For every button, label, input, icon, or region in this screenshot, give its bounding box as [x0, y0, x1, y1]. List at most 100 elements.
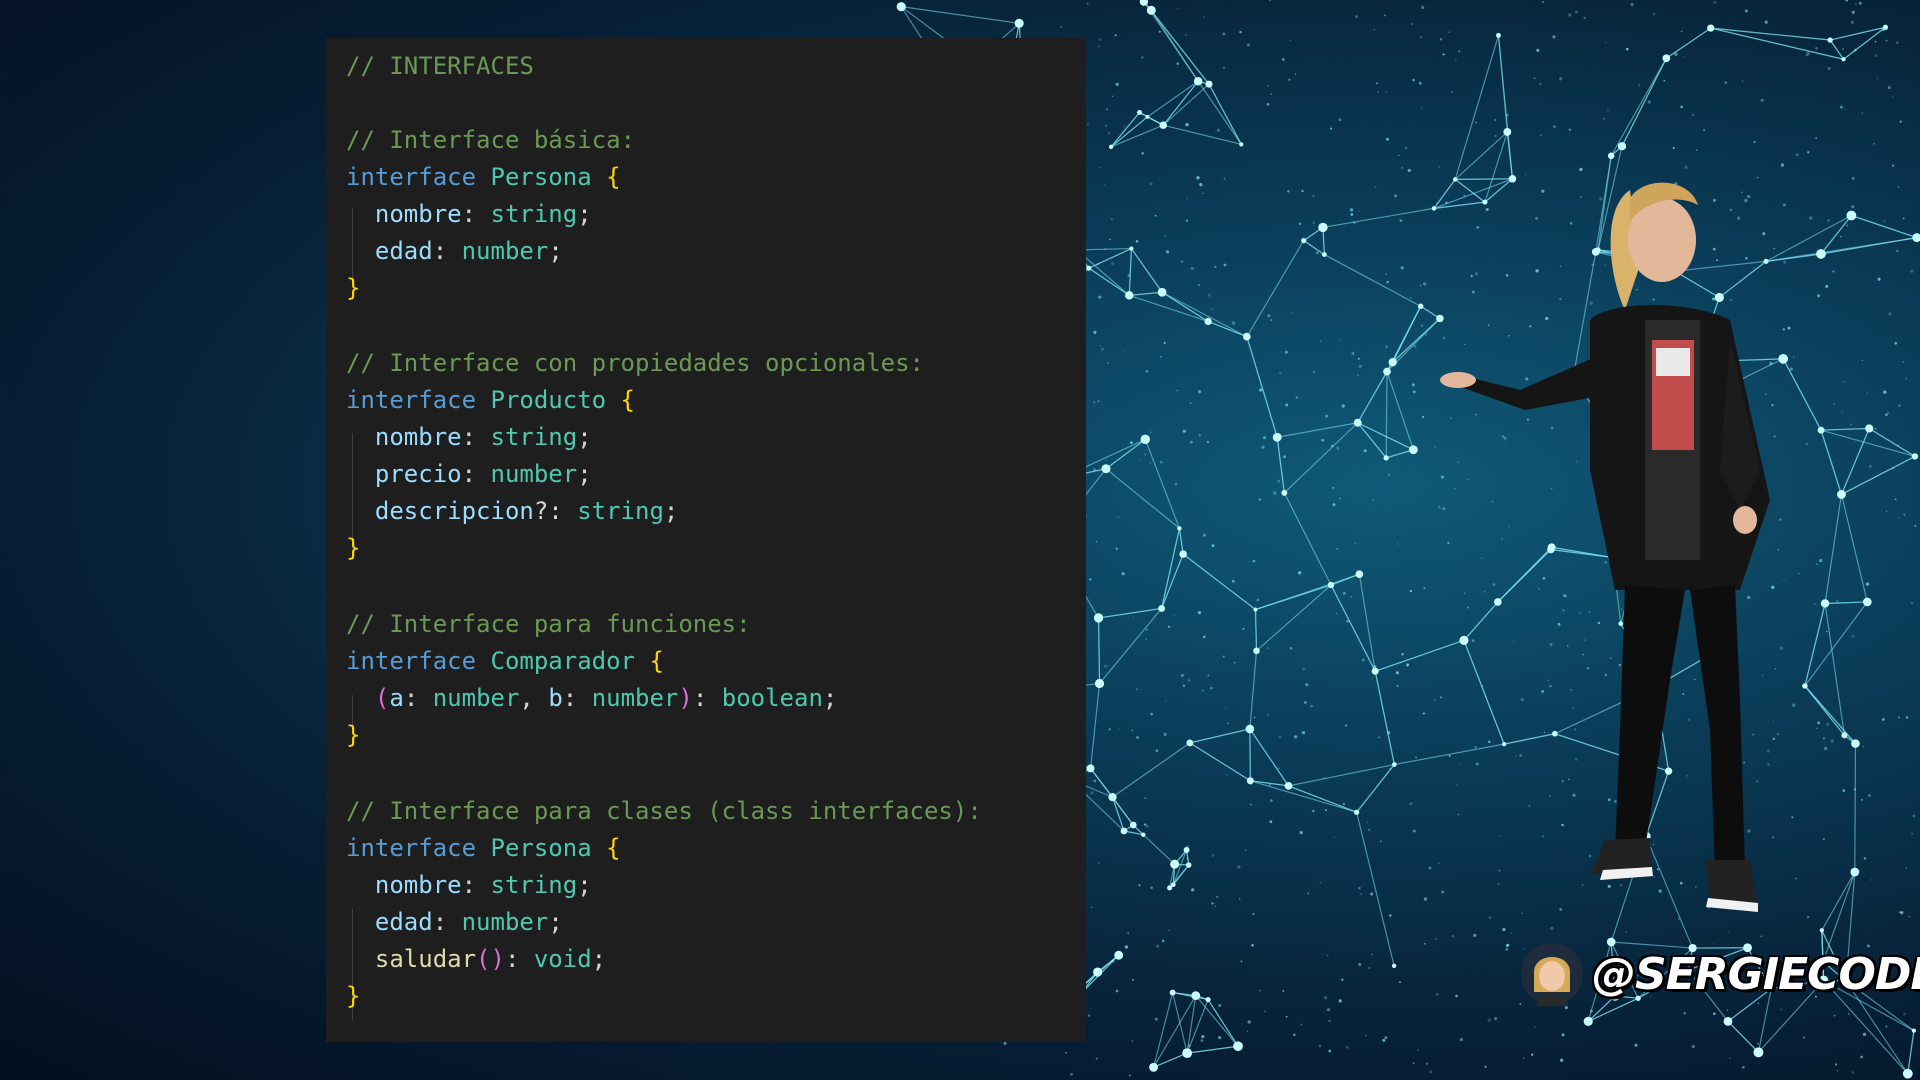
- network-node: [1093, 967, 1103, 977]
- network-link: [1208, 83, 1242, 145]
- network-dust: [1386, 280, 1389, 284]
- network-dust: [1523, 1057, 1525, 1059]
- network-dust: [1240, 960, 1243, 963]
- network-dust: [1836, 1070, 1838, 1072]
- network-dust: [1760, 98, 1764, 102]
- network-dust: [1413, 344, 1417, 348]
- code-token: nombre: [346, 871, 462, 899]
- network-link: [1374, 671, 1395, 765]
- network-link: [1129, 294, 1209, 323]
- network-node: [1157, 287, 1167, 297]
- network-dust: [1494, 118, 1497, 122]
- network-dust: [1131, 1040, 1133, 1042]
- network-dust: [1341, 404, 1345, 408]
- network-node: [1204, 317, 1212, 326]
- network-dust: [1190, 266, 1194, 270]
- network-link: [1147, 80, 1199, 118]
- network-dust: [1386, 731, 1391, 735]
- network-dust: [1283, 455, 1286, 459]
- network-node: [1503, 128, 1512, 136]
- network-link: [1153, 1052, 1188, 1068]
- network-dust: [1887, 411, 1890, 415]
- network-node: [1146, 5, 1156, 15]
- code-token: string: [577, 497, 664, 525]
- network-link: [1172, 991, 1209, 1001]
- network-dust: [1349, 208, 1354, 212]
- network-dust: [1330, 125, 1332, 128]
- network-node: [1253, 607, 1258, 612]
- network-dust: [1883, 219, 1886, 223]
- network-dust: [1412, 78, 1415, 82]
- network-dust: [1279, 371, 1282, 375]
- network-dust: [1552, 35, 1556, 39]
- network-link: [1255, 584, 1332, 611]
- network-dust: [1145, 638, 1147, 640]
- network-dust: [1225, 773, 1228, 776]
- network-dust: [1412, 1062, 1415, 1065]
- network-dust: [1319, 340, 1322, 342]
- code-line: // Interface con propiedades opcionales:: [346, 349, 924, 377]
- network-dust: [1252, 728, 1255, 731]
- network-dust: [1181, 260, 1184, 263]
- network-node: [1114, 950, 1124, 960]
- network-dust: [1407, 168, 1411, 173]
- network-node: [1129, 246, 1134, 251]
- network-dust: [1780, 163, 1785, 167]
- network-dust: [1382, 1038, 1386, 1042]
- network-dust: [1398, 154, 1400, 157]
- code-token: (: [374, 684, 390, 712]
- network-dust: [1712, 1012, 1716, 1016]
- network-dust: [1902, 361, 1905, 363]
- network-dust: [1145, 370, 1149, 373]
- network-dust: [1442, 53, 1445, 56]
- network-dust: [1176, 389, 1179, 392]
- network-dust: [1506, 943, 1510, 947]
- network-dust: [1845, 0, 1849, 2]
- network-dust: [1885, 510, 1888, 513]
- network-dust: [1531, 1053, 1534, 1056]
- network-dust: [1111, 959, 1115, 963]
- network-dust: [1559, 77, 1563, 81]
- network-dust: [1100, 347, 1104, 351]
- network-dust: [1232, 321, 1236, 325]
- network-dust: [1451, 91, 1454, 94]
- code-line: // Interface para clases (class interfac…: [346, 797, 982, 825]
- network-link: [1283, 492, 1332, 586]
- code-token: interface: [346, 163, 477, 191]
- code-token: :: [504, 945, 534, 973]
- network-dust: [1373, 28, 1376, 31]
- network-dust: [1384, 1036, 1388, 1040]
- network-dust: [1625, 47, 1629, 51]
- code-line: interface Producto {: [346, 382, 635, 419]
- network-node: [1246, 777, 1254, 785]
- network-dust: [1425, 1062, 1429, 1065]
- code-token: :: [432, 237, 462, 265]
- network-dust: [1399, 219, 1402, 222]
- network-dust: [1873, 142, 1875, 145]
- network-dust: [1168, 929, 1170, 932]
- network-node: [1841, 57, 1846, 62]
- network-dust: [1289, 39, 1292, 42]
- network-dust: [1198, 434, 1201, 437]
- network-dust: [1103, 184, 1106, 187]
- network-link: [1150, 9, 1210, 85]
- network-dust: [1199, 183, 1203, 187]
- network-dust: [1225, 707, 1227, 709]
- network-dust: [1298, 571, 1302, 575]
- network-dust: [1780, 1008, 1783, 1011]
- network-dust: [1086, 123, 1090, 126]
- network-link: [1357, 371, 1388, 424]
- network-dust: [1288, 78, 1291, 81]
- network-dust: [1315, 251, 1319, 255]
- network-dust: [1342, 591, 1346, 595]
- network-dust: [1312, 809, 1315, 813]
- network-link: [1288, 785, 1357, 813]
- network-dust: [1196, 176, 1200, 180]
- network-dust: [1637, 84, 1641, 87]
- network-dust: [1150, 886, 1153, 889]
- network-node: [1408, 445, 1418, 455]
- network-dust: [1564, 1006, 1568, 1010]
- network-dust: [1874, 54, 1878, 58]
- network-dust: [1333, 836, 1336, 839]
- network-dust: [1325, 414, 1329, 418]
